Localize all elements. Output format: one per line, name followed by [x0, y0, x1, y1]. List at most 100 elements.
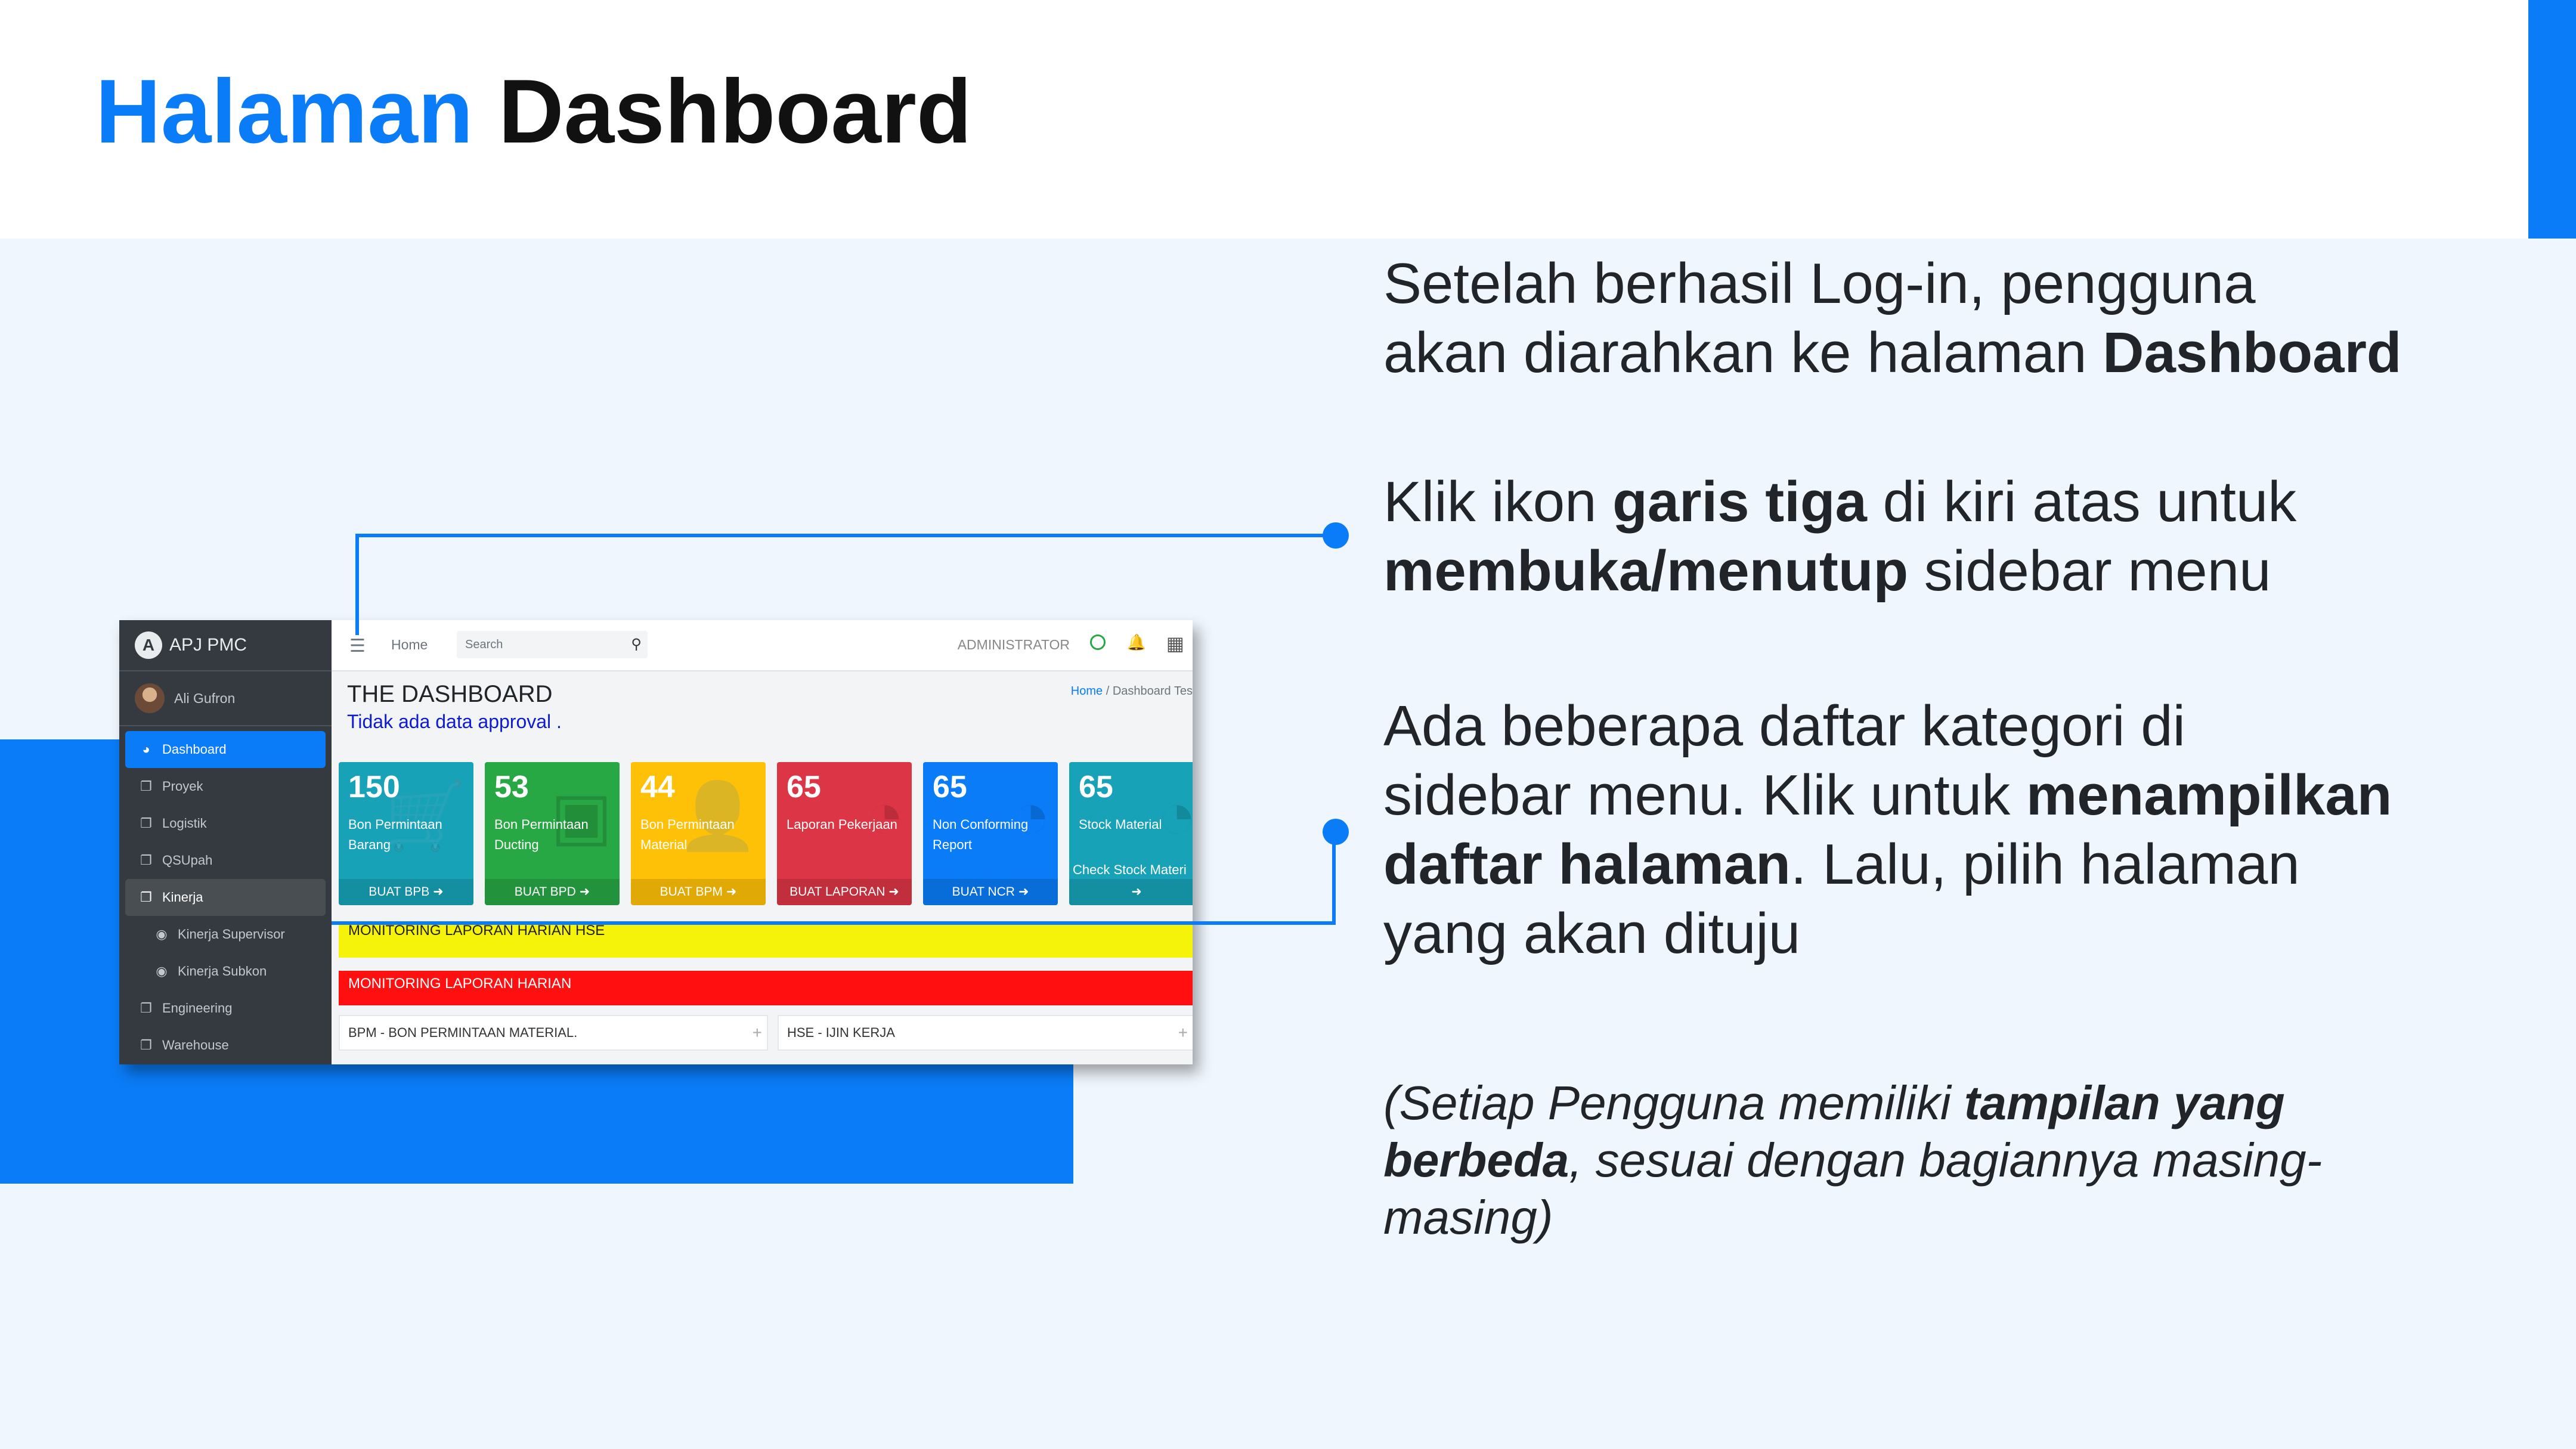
- user-panel[interactable]: Ali Gufron: [119, 671, 332, 726]
- breadcrumb-home[interactable]: Home: [1071, 685, 1103, 698]
- copy-icon: ❐: [140, 779, 152, 794]
- card-footer-label: BUAT BPB: [369, 885, 430, 899]
- instruction-bold: daftar halaman: [1383, 832, 1791, 896]
- role-label[interactable]: ADMINISTRATOR: [958, 637, 1070, 653]
- card-bpb: 🛒 150 Bon Permintaan Barang BUAT BPB ➜: [339, 762, 473, 905]
- sidebar-item-qsupah[interactable]: ❐ QSUpah: [125, 842, 326, 879]
- dashboard-icon: ◕: [142, 742, 150, 757]
- copy-icon: ❐: [140, 1038, 152, 1052]
- sidebar-item-proyek[interactable]: ❐ Proyek: [125, 768, 326, 805]
- panel-label: HSE - IJIN KERJA: [787, 1025, 895, 1040]
- card-footer-button[interactable]: BUAT BPD ➜: [485, 879, 620, 905]
- sidebar-item-logistik[interactable]: ❐ Logistik: [125, 805, 326, 842]
- plus-icon[interactable]: +: [1178, 1016, 1188, 1049]
- sidebar: A APJ PMC Ali Gufron ◕ Dashboard ❐ Proye…: [119, 620, 332, 1064]
- page-title: Halaman Dashboard: [95, 60, 972, 164]
- sidebar-item-warehouse[interactable]: ❐ Warehouse: [125, 1027, 326, 1064]
- page-title-rest: Dashboard: [498, 61, 972, 162]
- user-name: Ali Gufron: [174, 690, 236, 706]
- instruction-note: (Setiap Pengguna memiliki tampilan yang …: [1383, 1075, 2469, 1246]
- card-number: 53: [494, 770, 529, 804]
- sidebar-item-label: Engineering: [162, 1001, 233, 1015]
- circle-dot-icon: ◉: [156, 927, 168, 942]
- card-footer-label: BUAT LAPORAN: [789, 885, 886, 899]
- sidebar-item-label: Dashboard: [162, 742, 227, 757]
- card-stock: ◔ 65 Stock Material Check Stock Materi ➜: [1069, 762, 1193, 905]
- online-status-icon[interactable]: [1090, 634, 1106, 650]
- brand-name: APJ PMC: [169, 635, 247, 655]
- instruction-bold: Dashboard: [2103, 321, 2402, 385]
- card-label: Bon Permintaan Barang: [348, 817, 442, 852]
- arrow-circle-right-icon: ➜: [1018, 885, 1029, 899]
- hamburger-menu-icon[interactable]: ☰: [349, 636, 366, 657]
- sidebar-menu: ◕ Dashboard ❐ Proyek ❐ Logistik ❐ QSUpah…: [119, 726, 332, 1064]
- copy-icon: ❐: [140, 1001, 152, 1015]
- note-text: (Setiap Pengguna memiliki: [1383, 1076, 1964, 1129]
- panel-bpm[interactable]: BPM - BON PERMINTAAN MATERIAL. +: [339, 1015, 768, 1051]
- approval-status: Tidak ada data approval .: [347, 711, 562, 732]
- plus-icon[interactable]: +: [753, 1016, 762, 1049]
- dashboard-screenshot: A APJ PMC Ali Gufron ◕ Dashboard ❐ Proye…: [119, 620, 1193, 1064]
- card-extra-label: Check Stock Materi: [1073, 862, 1187, 877]
- instruction-text: yang akan dituju: [1383, 902, 1801, 965]
- apps-grid-icon[interactable]: ▦: [1166, 632, 1184, 655]
- breadcrumb-current: Dashboard Tes: [1112, 685, 1193, 698]
- arrow-circle-right-icon: ➜: [888, 885, 899, 899]
- sidebar-item-label: Kinerja Supervisor: [178, 927, 285, 942]
- card-number: 150: [348, 770, 400, 804]
- card-footer-button[interactable]: BUAT BPB ➜: [339, 879, 473, 905]
- panel-label: BPM - BON PERMINTAAN MATERIAL.: [348, 1025, 578, 1040]
- instruction-text: Setelah berhasil Log-in, pengguna: [1383, 252, 2256, 315]
- instruction-bold: menampilkan: [2026, 763, 2392, 827]
- avatar: [135, 683, 165, 713]
- sidebar-item-engineering[interactable]: ❐ Engineering: [125, 990, 326, 1027]
- sidebar-item-kinerja-supervisor[interactable]: ◉ Kinerja Supervisor: [125, 916, 326, 953]
- sidebar-item-dashboard[interactable]: ◕ Dashboard: [125, 731, 326, 768]
- brand[interactable]: A APJ PMC: [119, 620, 332, 671]
- card-laporan: ◔ 65 Laporan Pekerjaan BUAT LAPORAN ➜: [777, 762, 912, 905]
- card-label: Laporan Pekerjaan: [787, 817, 897, 832]
- instruction-text: sidebar menu. Klik untuk: [1383, 763, 2026, 827]
- sidebar-item-label: Warehouse: [162, 1038, 229, 1052]
- sidebar-item-label: Kinerja Subkon: [178, 964, 267, 979]
- monitoring-hse-label: MONITORING LAPORAN HARIAN HSE: [348, 922, 605, 939]
- card-footer-button[interactable]: BUAT LAPORAN ➜: [777, 879, 912, 905]
- arrow-circle-right-icon: ➜: [1131, 885, 1142, 899]
- arrow-circle-right-icon: ➜: [726, 885, 737, 899]
- instruction-text: Ada beberapa daftar kategori di: [1383, 694, 2185, 758]
- topbar: ☰ Home ⚲ ADMINISTRATOR 🔔 ▦: [332, 620, 1193, 671]
- instruction-bold: membuka/menutup: [1383, 539, 1909, 603]
- card-footer-button[interactable]: ➜: [1069, 879, 1193, 905]
- card-number: 44: [640, 770, 675, 804]
- arrow-circle-right-icon: ➜: [579, 885, 590, 899]
- search-input[interactable]: [457, 631, 618, 658]
- bell-icon[interactable]: 🔔: [1127, 633, 1146, 652]
- card-footer-button[interactable]: BUAT BPM ➜: [631, 879, 766, 905]
- card-label: Bon Permintaan Material: [640, 817, 735, 852]
- sidebar-item-kinerja-subkon[interactable]: ◉ Kinerja Subkon: [125, 953, 326, 990]
- connector-hamburger-horizontal: [355, 534, 1336, 537]
- breadcrumb: Home / Dashboard Tes: [1071, 685, 1193, 698]
- sidebar-item-label: Proyek: [162, 779, 203, 794]
- breadcrumb-separator: /: [1106, 685, 1110, 698]
- card-label: Bon Permintaan Ducting: [494, 817, 589, 852]
- instruction-bold: garis tiga: [1612, 470, 1867, 534]
- arrow-circle-right-icon: ➜: [433, 885, 444, 899]
- sidebar-item-label: QSUpah: [162, 853, 213, 868]
- nav-home-link[interactable]: Home: [391, 637, 428, 653]
- monitoring-harian-label: MONITORING LAPORAN HARIAN: [348, 976, 572, 992]
- panel-hse[interactable]: HSE - IJIN KERJA +: [778, 1015, 1193, 1051]
- sidebar-item-kinerja[interactable]: ❐ Kinerja: [125, 879, 326, 916]
- sidebar-item-label: Kinerja: [162, 890, 203, 905]
- card-footer-button[interactable]: BUAT NCR ➜: [923, 879, 1058, 905]
- monitoring-harian-bar[interactable]: MONITORING LAPORAN HARIAN: [339, 971, 1193, 1005]
- connector-hamburger-vertical: [355, 534, 359, 635]
- card-label: Stock Material: [1079, 817, 1162, 832]
- copy-icon: ❐: [140, 816, 152, 831]
- content-title: THE DASHBOARD: [347, 681, 553, 707]
- accent-bar: [2528, 0, 2576, 239]
- search-icon[interactable]: ⚲: [631, 636, 642, 653]
- connector-sidebar-vertical: [1332, 832, 1336, 925]
- page-title-highlight: Halaman: [95, 61, 473, 162]
- monitoring-hse-bar[interactable]: MONITORING LAPORAN HARIAN HSE: [339, 923, 1193, 958]
